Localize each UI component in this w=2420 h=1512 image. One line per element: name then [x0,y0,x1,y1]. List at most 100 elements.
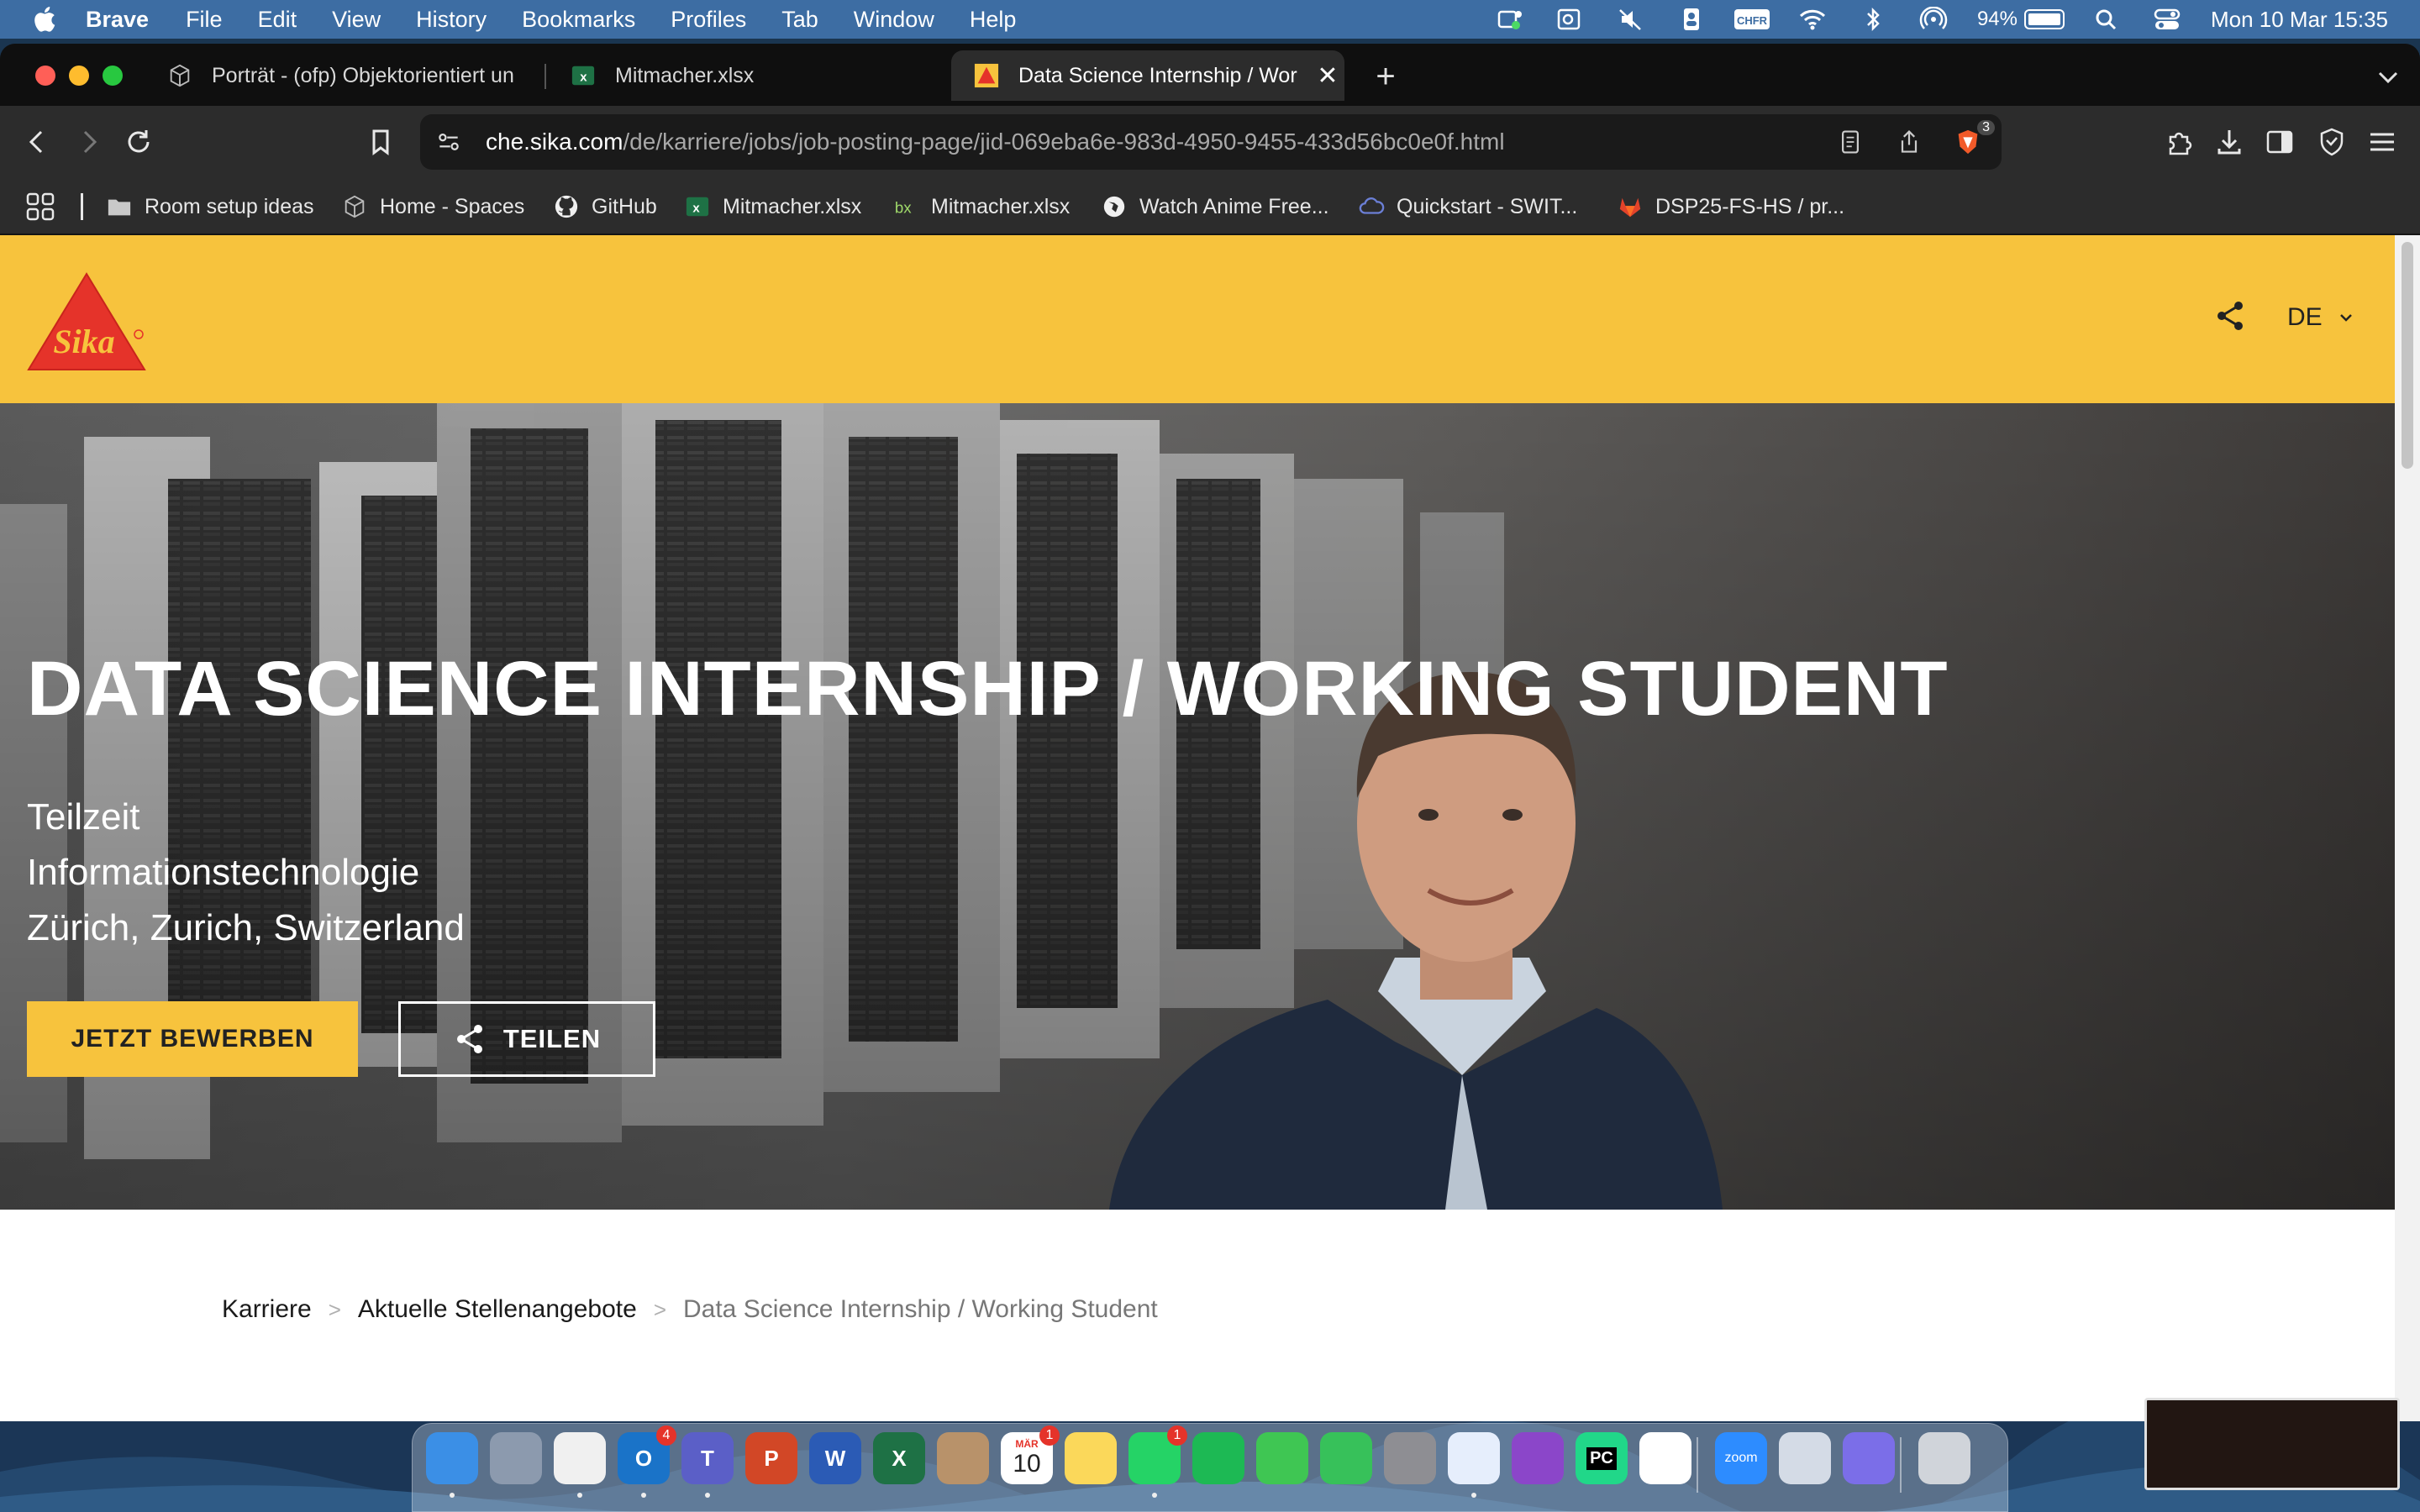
bookmark-quickstart-swit[interactable]: Quickstart - SWIT... [1358,190,1577,223]
menu-status-area: CHFR 94% Mon 10 Mar 15:35 [1468,0,2388,39]
menu-view[interactable]: View [332,7,381,33]
hero-section: DATA SCIENCE INTERNSHIP / WORKING STUDEN… [0,403,2395,1210]
dock-app-notes[interactable] [1065,1432,1117,1484]
apply-now-button[interactable]: JETZT BEWERBEN [27,1001,358,1077]
dock-app-outlook[interactable]: O4 [618,1425,676,1498]
menu-app-name[interactable]: Brave [86,7,149,33]
bookmark-home-spaces[interactable]: Home - Spaces [341,190,524,223]
notification-badge: 1 [1167,1425,1187,1446]
spotlight-icon[interactable] [2088,0,2125,39]
window-close-button[interactable] [35,66,55,86]
bookmark-room-setup-ideas[interactable]: Room setup ideas [106,190,314,223]
menu-edit[interactable]: Edit [258,7,297,33]
wifi-icon[interactable] [1794,0,1831,39]
breadcrumb-separator: > [328,1296,341,1322]
site-settings-icon[interactable] [434,127,464,157]
airdrop-icon[interactable] [1915,0,1952,39]
share-icon[interactable] [2213,299,2247,333]
menu-bookmarks[interactable]: Bookmarks [522,7,635,33]
teams-status-icon[interactable] [1491,0,1528,39]
tab-data-science-internship[interactable]: Data Science Internship / Wor ✕ [951,50,1344,101]
dock-app-github-desktop[interactable] [1512,1432,1564,1484]
share-icon [456,1025,482,1053]
share-page-icon[interactable] [1892,125,1926,159]
language-selector[interactable]: DE [2287,301,2354,334]
control-center-icon[interactable] [2149,0,2186,39]
tab-list-chevron-icon[interactable] [2373,62,2403,92]
tab-portrait[interactable]: Porträt - (ofp) Objektorientiert un [145,50,538,101]
bookmark-github[interactable]: GitHub [553,190,657,223]
breadcrumb-aktuelle-stellenangebote[interactable]: Aktuelle Stellenangebote [358,1295,637,1324]
bluetooth-icon[interactable] [1854,0,1891,39]
back-button[interactable] [18,123,57,161]
apple-menu-icon[interactable] [30,5,57,34]
sika-logo[interactable]: Sika [27,270,146,373]
dock-app-facetime[interactable] [1320,1432,1372,1484]
dock-app-readwise[interactable] [1843,1432,1895,1484]
downloads-button[interactable] [2210,123,2249,161]
contacts-icon[interactable] [1673,0,1710,39]
dock-app-pycharm[interactable]: PC [1576,1432,1628,1484]
clock[interactable]: Mon 10 Mar 15:35 [2211,7,2388,33]
dock-app-teams[interactable]: T [681,1432,734,1498]
menu-file[interactable]: File [186,7,223,33]
bookmark-watch-anime[interactable]: Watch Anime Free... [1101,190,1329,223]
tab-divider [544,64,546,89]
apps-grid-button[interactable] [25,190,55,223]
vpn-shield-button[interactable] [2312,123,2351,161]
bookmark-dsp25[interactable]: DSP25-FS-HS / pr... [1617,190,1844,223]
dock-app-calendar[interactable]: MÄR 10 1 [1001,1425,1060,1484]
reload-button[interactable] [119,123,158,161]
share-button[interactable]: TEILEN [398,1001,655,1077]
scrollbar-thumb[interactable] [2402,242,2413,469]
chfr-icon[interactable]: CHFR [1733,0,1770,39]
brave-shields-icon[interactable]: 3 [1951,120,1995,159]
battery-indicator[interactable]: 94% [1977,8,2065,31]
dock-app-vscode[interactable] [1639,1432,1691,1484]
tab-close-icon[interactable]: ✕ [1311,61,1344,91]
dock-app-paw[interactable] [1448,1432,1500,1498]
address-bar[interactable]: che.sika.com/de/karriere/jobs/job-postin… [420,114,2002,170]
dock-app-trash[interactable] [1918,1432,1970,1484]
dock-app-brave[interactable] [554,1432,606,1498]
window-zoom-button[interactable] [103,66,123,86]
dock-app-launchpad[interactable] [490,1432,542,1484]
bookmark-mitmacher-bx[interactable]: bx Mitmacher.xlsx [892,190,1070,223]
menu-window[interactable]: Window [854,7,934,33]
window-minimize-button[interactable] [69,66,89,86]
tab-mitmacher[interactable]: x Mitmacher.xlsx [548,50,941,101]
menu-help[interactable]: Help [970,7,1017,33]
department: Informationstechnologie [27,852,420,893]
forward-button[interactable] [69,123,108,161]
new-tab-button[interactable]: + [1365,55,1407,97]
outlook-status-icon[interactable] [1552,0,1589,39]
dock-app-system-settings[interactable] [1384,1432,1436,1484]
dock-app-finder[interactable] [426,1432,478,1498]
main-menu-button[interactable] [2363,123,2402,161]
url-text[interactable]: che.sika.com/de/karriere/jobs/job-postin… [486,129,1505,155]
bookmark-mitmacher-excel[interactable]: x Mitmacher.xlsx [684,190,861,223]
dock-app-spotify[interactable] [1192,1432,1244,1484]
reader-mode-icon[interactable] [1833,125,1867,159]
macos-menu-bar: Brave File Edit View History Bookmarks P… [0,0,2420,39]
dock-app-whatsapp[interactable]: 1 [1128,1425,1187,1498]
dock-app-contacts[interactable] [937,1432,989,1484]
dock-app-powerpoint[interactable]: P [745,1432,797,1484]
bookmark-button[interactable] [361,123,400,161]
breadcrumb-karriere[interactable]: Karriere [222,1295,312,1324]
bookmark-label: Room setup ideas [145,194,314,218]
dock-app-preview[interactable] [1779,1432,1831,1484]
extensions-button[interactable] [2160,123,2198,161]
screenshot-preview-thumbnail[interactable] [2144,1398,2400,1490]
sidebar-toggle-button[interactable] [2260,123,2299,161]
battery-level-fill [2028,13,2060,25]
menu-tab[interactable]: Tab [781,7,818,33]
dock-app-messages[interactable] [1256,1432,1308,1484]
menu-profiles[interactable]: Profiles [671,7,746,33]
dock-app-word[interactable]: W [809,1432,861,1484]
menu-history[interactable]: History [416,7,487,33]
dock-app-excel[interactable]: X [873,1432,925,1484]
dock-app-zoom[interactable]: zoom [1715,1432,1767,1484]
mute-icon[interactable] [1612,0,1649,39]
bookmark-label: Quickstart - SWIT... [1397,194,1578,218]
